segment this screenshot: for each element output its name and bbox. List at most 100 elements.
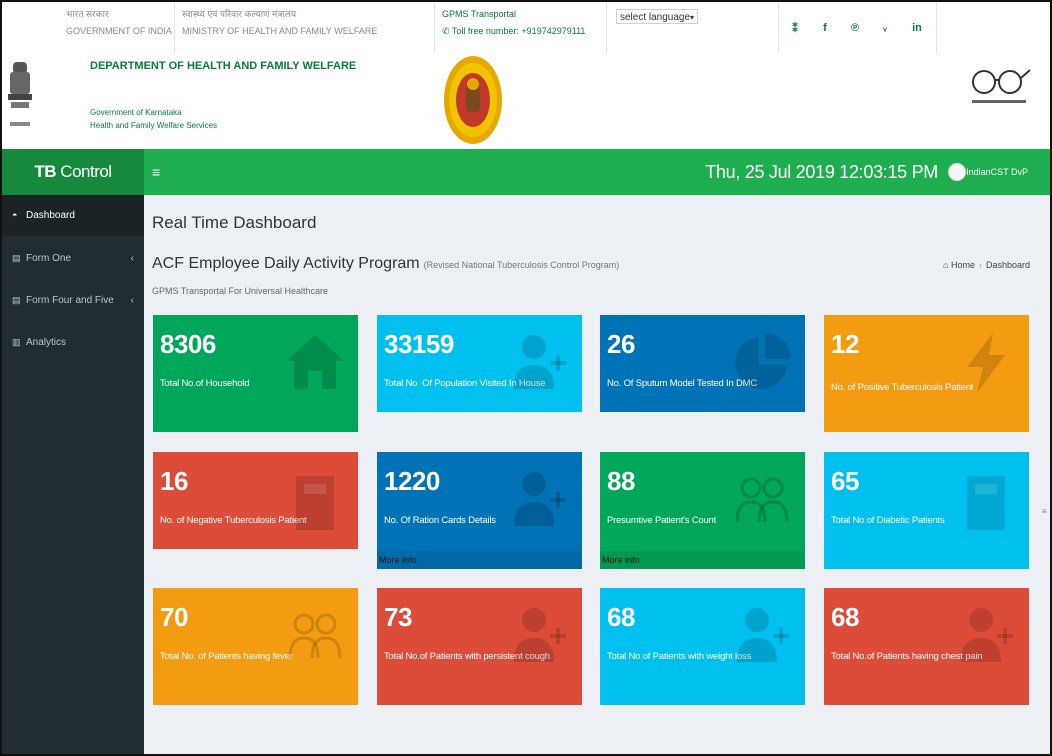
sidebar-item-label: Analytics (26, 337, 67, 348)
stat-box-ration-cards[interactable]: 1220 No. Of Ration Cards Details More in… (377, 452, 582, 569)
stat-value: 1220 (384, 466, 440, 496)
stat-box-cough[interactable]: 73 Total No.of Patients with persistent … (377, 588, 582, 705)
linkedin-icon[interactable]: in (908, 22, 926, 34)
stat-box-positive-tb[interactable]: 12 No. of Positive Tuberculosis Patient (824, 315, 1029, 432)
top-strip: भारत सरकार GOVERNMENT OF INDIA स्वास्थ्य… (2, 2, 1050, 55)
stat-box-household[interactable]: 8306 Total No.of Household (153, 315, 358, 432)
ministry-label: MINISTRY OF HEALTH AND FAMILY WELFARE (182, 26, 378, 36)
section-subtitle-small: (Revised National Tuberculosis Control P… (423, 260, 620, 270)
stat-label: Total No.of Diabetic Patients (831, 515, 945, 526)
stat-label: No. Of Ration Cards Details (384, 515, 496, 526)
stat-value: 26 (607, 329, 635, 359)
sidebar-item-dashboard[interactable]: ◓ Dashboard (2, 195, 144, 236)
language-select[interactable]: select language ▾ (616, 9, 698, 24)
stat-box-weight-loss[interactable]: 68 Total No.of Patients with weight loss (600, 588, 805, 705)
stat-box-fever[interactable]: 70 Total No. of Patients having fever (153, 588, 358, 705)
stat-value: 16 (160, 466, 188, 496)
dashboard-icon: ◓ (12, 210, 18, 220)
karnataka-seal-icon (444, 56, 502, 144)
hamburger-menu-icon[interactable]: ≡ (152, 149, 160, 195)
divider (778, 2, 779, 54)
breadcrumb-current: Dashboard (985, 260, 1030, 270)
transportal-contact: GPMS Transportal ✆ Toll free number: +91… (442, 6, 585, 40)
gov-karnataka-line2: Health and Family Welfare Services (90, 121, 218, 130)
hospital-icon (296, 476, 334, 530)
stat-box-chest-pain[interactable]: 68 Total No.of Patients having chest pai… (824, 588, 1029, 705)
gov-india-label: GOVERNMENT OF INDIA (66, 26, 172, 36)
divider (174, 2, 175, 54)
stat-label: No. of Positive Tuberculosis Patient (831, 382, 974, 393)
chevron-left-icon: ‹ (130, 295, 134, 306)
more-info-link[interactable]: More info (600, 551, 805, 569)
user-plus-icon (514, 608, 566, 662)
phone-icon: ✆ (442, 26, 452, 36)
stat-value: 68 (607, 602, 635, 632)
divider (606, 2, 607, 54)
home-icon (286, 335, 344, 389)
user-name[interactable]: IndianCST DvP (966, 149, 1028, 195)
user-plus-icon (514, 472, 566, 526)
breadcrumb-home[interactable]: Home (951, 260, 975, 270)
stat-value: 70 (160, 602, 188, 632)
pinterest-icon[interactable]: ℗ (846, 22, 864, 34)
sidebar-item-analytics[interactable]: ▥ Analytics (2, 322, 144, 363)
avatar[interactable] (948, 163, 966, 181)
scrollbar-handle[interactable]: ≡ (1042, 507, 1050, 517)
tollfree-number: Toll free number: +919742979111 (451, 26, 586, 36)
stat-label: Presumtive Patient's Count (607, 515, 717, 526)
bolt-icon (967, 333, 1005, 393)
gov-karnataka: Government of Karnataka Health and Famil… (90, 106, 217, 132)
main-content: Real Time Dashboard ACF Employee Daily A… (144, 195, 1050, 754)
sidebar: ◓ Dashboard ▤ Form One ‹ ▤ Form Four and Fi… (2, 195, 144, 754)
file-icon: ▤ (12, 295, 21, 305)
stat-value: 73 (384, 602, 412, 632)
gov-karnataka-line1: Government of Karnataka (90, 108, 182, 117)
stat-box-negative-tb[interactable]: 16 No. of Negative Tuberculosis Patient (153, 452, 358, 549)
facebook-icon[interactable]: f (816, 22, 834, 34)
stat-box-population[interactable]: 33159 Total No. Of Population Visited In… (377, 315, 582, 412)
pie-chart-icon (735, 333, 791, 389)
section-subheading: GPMS Transportal For Universal Healthcar… (152, 286, 329, 296)
sidebar-item-label: Form Four and Five (26, 295, 114, 306)
stat-box-presumptive[interactable]: 88 Presumtive Patient's Count More info (600, 452, 805, 569)
transportal-label: GPMS Transportal (442, 9, 517, 19)
more-info-link[interactable]: More info (377, 551, 582, 569)
user-plus-icon (514, 335, 566, 389)
stat-value: 68 (831, 602, 859, 632)
file-icon: ▤ (12, 253, 21, 263)
sidebar-item-label: Dashboard (26, 210, 75, 221)
stat-label: Total No. of Patients having fever (160, 651, 293, 662)
page-title: Real Time Dashboard (152, 213, 317, 232)
section-title: ACF Employee Daily Activity Program (Revi… (152, 255, 619, 273)
brand-logo[interactable]: TB Control Program (2, 149, 144, 227)
stat-box-sputum[interactable]: 26 No. Of Sputum Model Tested In DMC (600, 315, 805, 412)
chevron-down-icon: ▾ (689, 13, 694, 22)
department-title: DEPARTMENT OF HEALTH AND FAMILY WELFARE (90, 60, 357, 72)
sitemap-icon[interactable]: ⁑ (786, 22, 804, 35)
home-icon: ⌂ (943, 260, 951, 270)
twitter-icon[interactable]: ᵥ (876, 22, 894, 34)
stat-value: 12 (831, 329, 859, 359)
users-icon (735, 477, 789, 523)
national-emblem-icon (8, 62, 32, 126)
current-datetime: Thu, 25 Jul 2019 12:03:15 PM (705, 162, 938, 182)
ministry-hindi: स्वास्थ्य एवं परिवार कल्याण मंत्रालय (182, 9, 297, 19)
sidebar-item-label: Form One (26, 253, 72, 264)
sidebar-item-form-one[interactable]: ▤ Form One ‹ (2, 238, 144, 279)
gov-india[interactable]: भारत सरकार GOVERNMENT OF INDIA (66, 6, 172, 40)
chevron-left-icon: ‹ (130, 253, 134, 264)
browser-frame: भारत सरकार GOVERNMENT OF INDIA स्वास्थ्य… (0, 0, 1052, 756)
stat-label: Total No.of Household (160, 378, 250, 389)
chart-icon: ▥ (12, 337, 21, 347)
gov-india-hindi: भारत सरकार (66, 9, 109, 19)
top-navbar: TB Control Program ≡ Thu, 25 Jul 2019 12… (2, 149, 1050, 227)
user-plus-icon (737, 608, 789, 662)
brand-bold: TB (34, 162, 57, 181)
ministry[interactable]: स्वास्थ्य एवं परिवार कल्याण मंत्रालय MIN… (182, 6, 377, 40)
site-header: DEPARTMENT OF HEALTH AND FAMILY WELFARE … (2, 54, 1050, 149)
divider (434, 2, 435, 54)
swachh-bharat-logo-icon (972, 69, 1031, 103)
stat-box-diabetic[interactable]: 65 Total No.of Diabetic Patients (824, 452, 1029, 569)
stat-value: 65 (831, 466, 859, 496)
sidebar-item-form-four-five[interactable]: ▤ Form Four and Five ‹ (2, 280, 144, 321)
